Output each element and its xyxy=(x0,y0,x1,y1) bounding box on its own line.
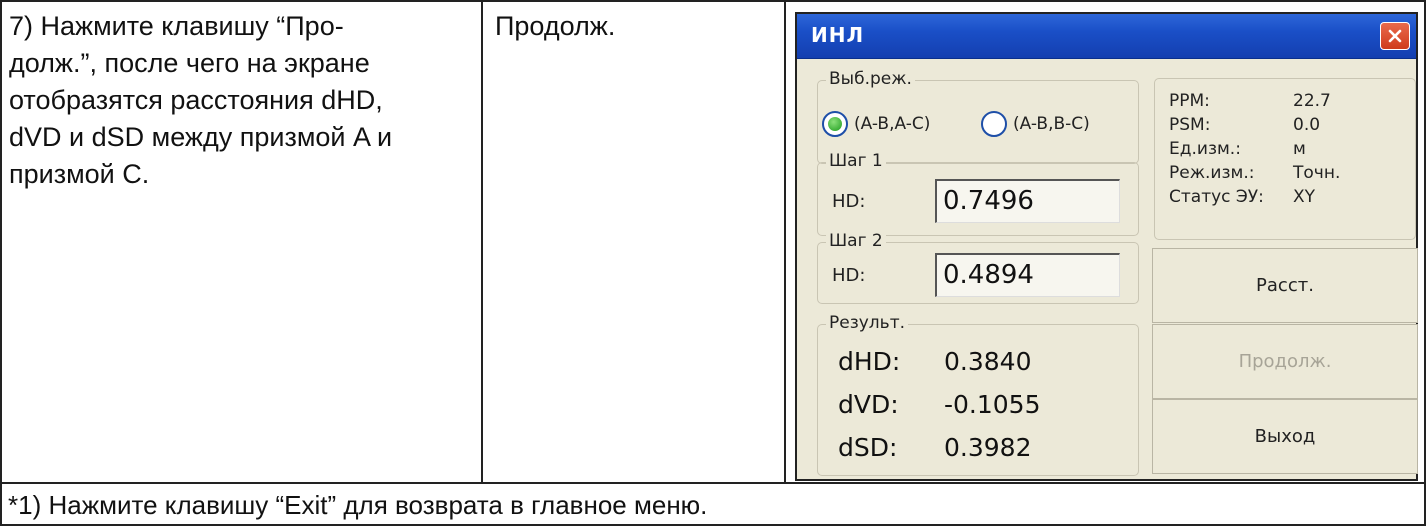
step2-group: Шаг 2 HD: 0.4894 xyxy=(817,231,1139,304)
instruction-line: dVD и dSD между призмой A и xyxy=(9,122,393,152)
continue-button[interactable]: Продолж. xyxy=(1152,324,1418,399)
result-key: dVD: xyxy=(838,390,899,419)
radio-selected-icon xyxy=(822,111,848,137)
mode-group-label: Выб.реж. xyxy=(826,69,915,89)
title-bar: ИНЛ xyxy=(797,14,1416,59)
step1-hd-field: 0.7496 xyxy=(935,179,1120,223)
measure-button[interactable]: Расст. xyxy=(1152,248,1418,323)
mode-radio-ab-ac[interactable]: (A-B,A-C) xyxy=(822,111,930,137)
info-value: 0.0 xyxy=(1293,115,1321,135)
result-value: 0.3840 xyxy=(944,347,1032,376)
info-key: PSM: xyxy=(1169,115,1211,135)
info-value: м xyxy=(1293,139,1306,159)
table-col-divider-1 xyxy=(481,0,483,483)
result-group: Результ. dHD: 0.3840 dVD: -0.1055 dSD: 0… xyxy=(817,313,1139,476)
info-panel: PPM: 22.7 PSM: 0.0 Ед.изм.: м Реж.изм.: … xyxy=(1154,78,1416,240)
result-value: -0.1055 xyxy=(944,390,1041,419)
mode-radio-ab-bc[interactable]: (A-B,B-C) xyxy=(981,111,1090,137)
instruction-line: отобразятся расстояния dHD, xyxy=(9,85,383,115)
table-top-border xyxy=(0,0,1426,2)
inl-window: ИНЛ Выб.реж. (A-B,A-C) (A-B,B-C) Шаг 1 H… xyxy=(795,12,1418,481)
step2-hd-field: 0.4894 xyxy=(935,253,1120,297)
window-title: ИНЛ xyxy=(811,23,865,47)
table-row-divider xyxy=(0,482,1426,484)
result-key: dSD: xyxy=(838,433,898,462)
instruction-line: 7) Нажмите клавишу “Про- xyxy=(9,11,344,41)
instruction-line: призмой C. xyxy=(9,159,150,189)
radio-unselected-icon xyxy=(981,111,1007,137)
info-key: Статус ЭУ: xyxy=(1169,187,1264,207)
table-col-divider-2 xyxy=(784,0,786,483)
step1-hd-label: HD: xyxy=(832,191,866,212)
step1-label: Шаг 1 xyxy=(826,151,886,171)
close-icon xyxy=(1388,29,1402,43)
info-value: XY xyxy=(1293,187,1316,207)
result-label: Результ. xyxy=(826,313,909,333)
step2-label: Шаг 2 xyxy=(826,231,886,251)
info-key: PPM: xyxy=(1169,91,1210,111)
step2-hd-label: HD: xyxy=(832,265,866,286)
instruction-text: 7) Нажмите клавишу “Про- долж.”, после ч… xyxy=(9,8,471,193)
info-key: Реж.изм.: xyxy=(1169,163,1255,183)
close-button[interactable] xyxy=(1380,22,1410,50)
table-left-border xyxy=(0,0,2,526)
instruction-line: долж.”, после чего на экране xyxy=(9,48,370,78)
footnote: *1) Нажмите клавишу “Exit” для возврата … xyxy=(8,490,708,520)
result-value: 0.3982 xyxy=(944,433,1032,462)
info-value: Точн. xyxy=(1293,163,1341,183)
result-key: dHD: xyxy=(838,347,901,376)
exit-button[interactable]: Выход xyxy=(1152,399,1418,474)
step1-group: Шаг 1 HD: 0.7496 xyxy=(817,151,1139,236)
radio-label: (A-B,A-C) xyxy=(854,114,931,134)
radio-label: (A-B,B-C) xyxy=(1013,114,1090,134)
info-key: Ед.изм.: xyxy=(1169,139,1241,159)
key-name: Продолж. xyxy=(495,11,616,41)
info-value: 22.7 xyxy=(1293,91,1331,111)
